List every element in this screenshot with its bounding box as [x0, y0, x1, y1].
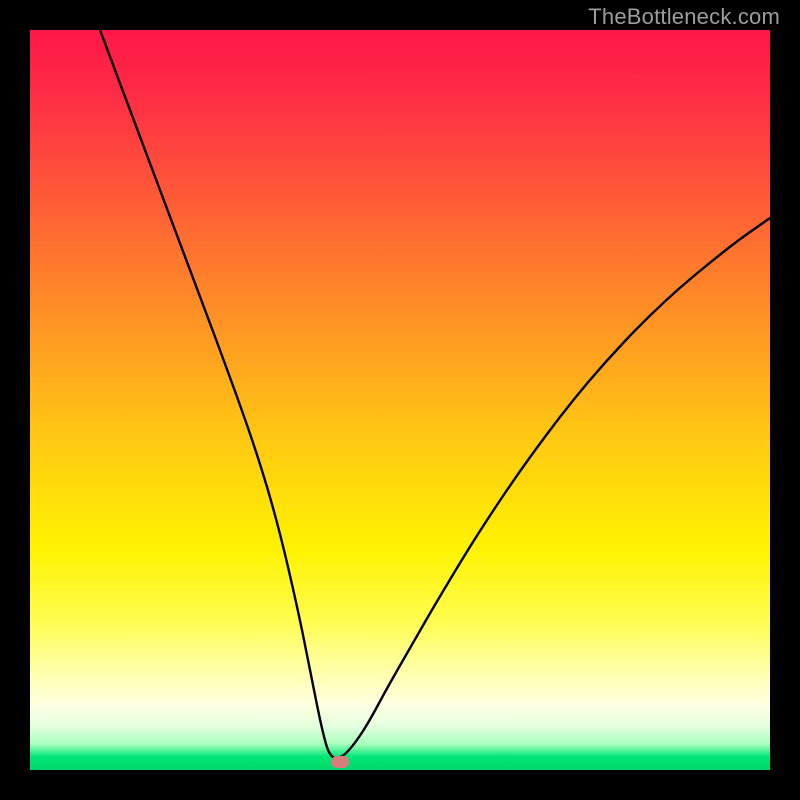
optimal-point-marker — [331, 756, 349, 768]
chart-frame — [30, 30, 770, 770]
watermark-text: TheBottleneck.com — [588, 4, 780, 30]
curve-path — [100, 30, 770, 758]
bottleneck-curve — [30, 30, 770, 770]
